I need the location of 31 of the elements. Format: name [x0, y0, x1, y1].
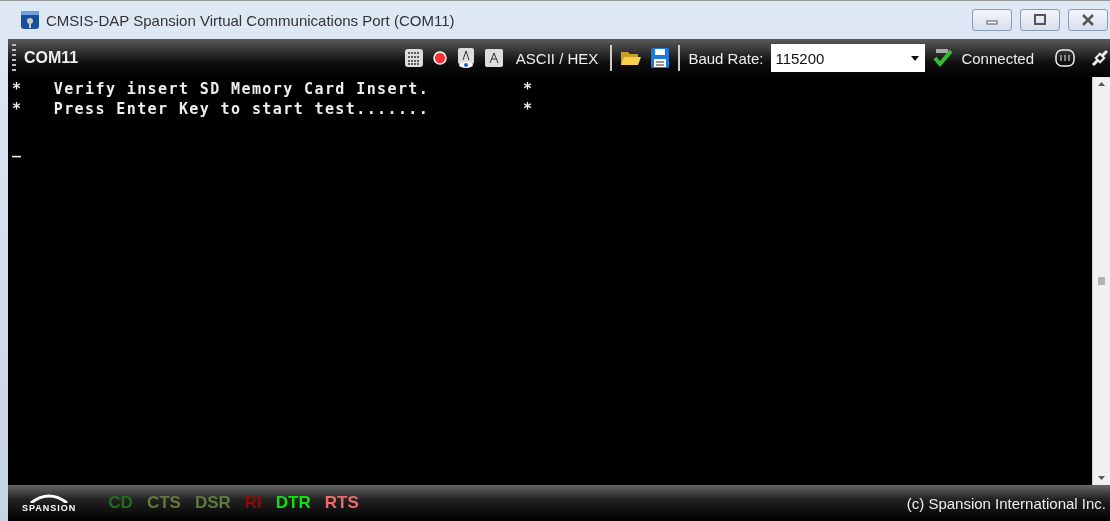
signal-indicator: CTS [146, 493, 181, 513]
app-icon [20, 10, 40, 30]
connection-status: Connected [961, 49, 1034, 67]
scrollbar[interactable] [1092, 77, 1110, 485]
maximize-icon [1033, 14, 1047, 26]
window-title: CMSIS-DAP Spansion Virtual Communications Port (COM11) [46, 11, 456, 29]
signal-indicator: RTS [324, 493, 359, 513]
close-button[interactable] [1068, 9, 1108, 31]
minimize-button[interactable] [972, 9, 1012, 31]
baud-rate-dropdown[interactable]: 115200 [771, 44, 926, 72]
caret-icon [911, 55, 920, 61]
terminal-output: * Verify insert SD Memory Card Insert. * * Press Enter Key to start test....... * _ [11, 79, 535, 160]
ascii-hex-button[interactable]: ASCII / HEX [511, 49, 603, 67]
port-name: COM11 [24, 49, 80, 67]
font-icon[interactable] [483, 48, 504, 68]
eye-icon[interactable] [455, 47, 476, 69]
link-icon[interactable] [1090, 48, 1110, 68]
save-icon[interactable] [650, 47, 671, 69]
baud-rate-label: Baud Rate: [688, 49, 764, 67]
copyright-text: (c) Spansion International Inc. [906, 494, 1106, 512]
folder-icon[interactable] [620, 49, 643, 67]
spansion-logo: SPANSION [22, 493, 77, 513]
maximize-button[interactable] [1020, 9, 1060, 31]
scroll-thumb-grip-icon[interactable] [1097, 276, 1106, 286]
check-icon [933, 48, 954, 68]
close-icon [1081, 14, 1095, 26]
signal-indicator: DTR [275, 493, 311, 513]
record-icon[interactable] [431, 50, 448, 66]
signal-indicator: RI [244, 493, 262, 513]
signal-indicator: DSR [194, 493, 231, 513]
signal-indicator: CD [108, 493, 133, 513]
